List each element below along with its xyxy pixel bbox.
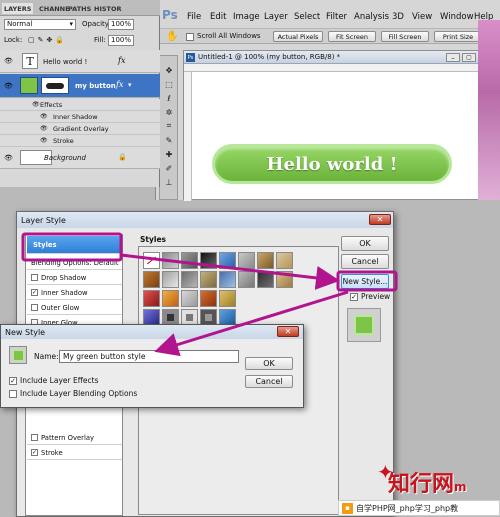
highlight-styles-box: [21, 232, 123, 262]
watermark-logo: 知行网m: [388, 466, 467, 498]
watermark-caption-bar: ▪ 自学PHP网_php学习_php教: [338, 500, 500, 516]
arrow-to-name-field: [154, 290, 349, 357]
watermark-badge-icon: ▪: [342, 502, 353, 514]
annotation-overlay: [21, 232, 398, 357]
watermark-caption: 自学PHP网_php学习_php教: [356, 503, 459, 513]
arrow-to-new-style: [120, 253, 340, 290]
watermark-logo-suffix: m: [454, 480, 467, 494]
highlight-new-style-box: [336, 270, 398, 292]
watermark-logo-text: 知行网: [388, 472, 455, 497]
